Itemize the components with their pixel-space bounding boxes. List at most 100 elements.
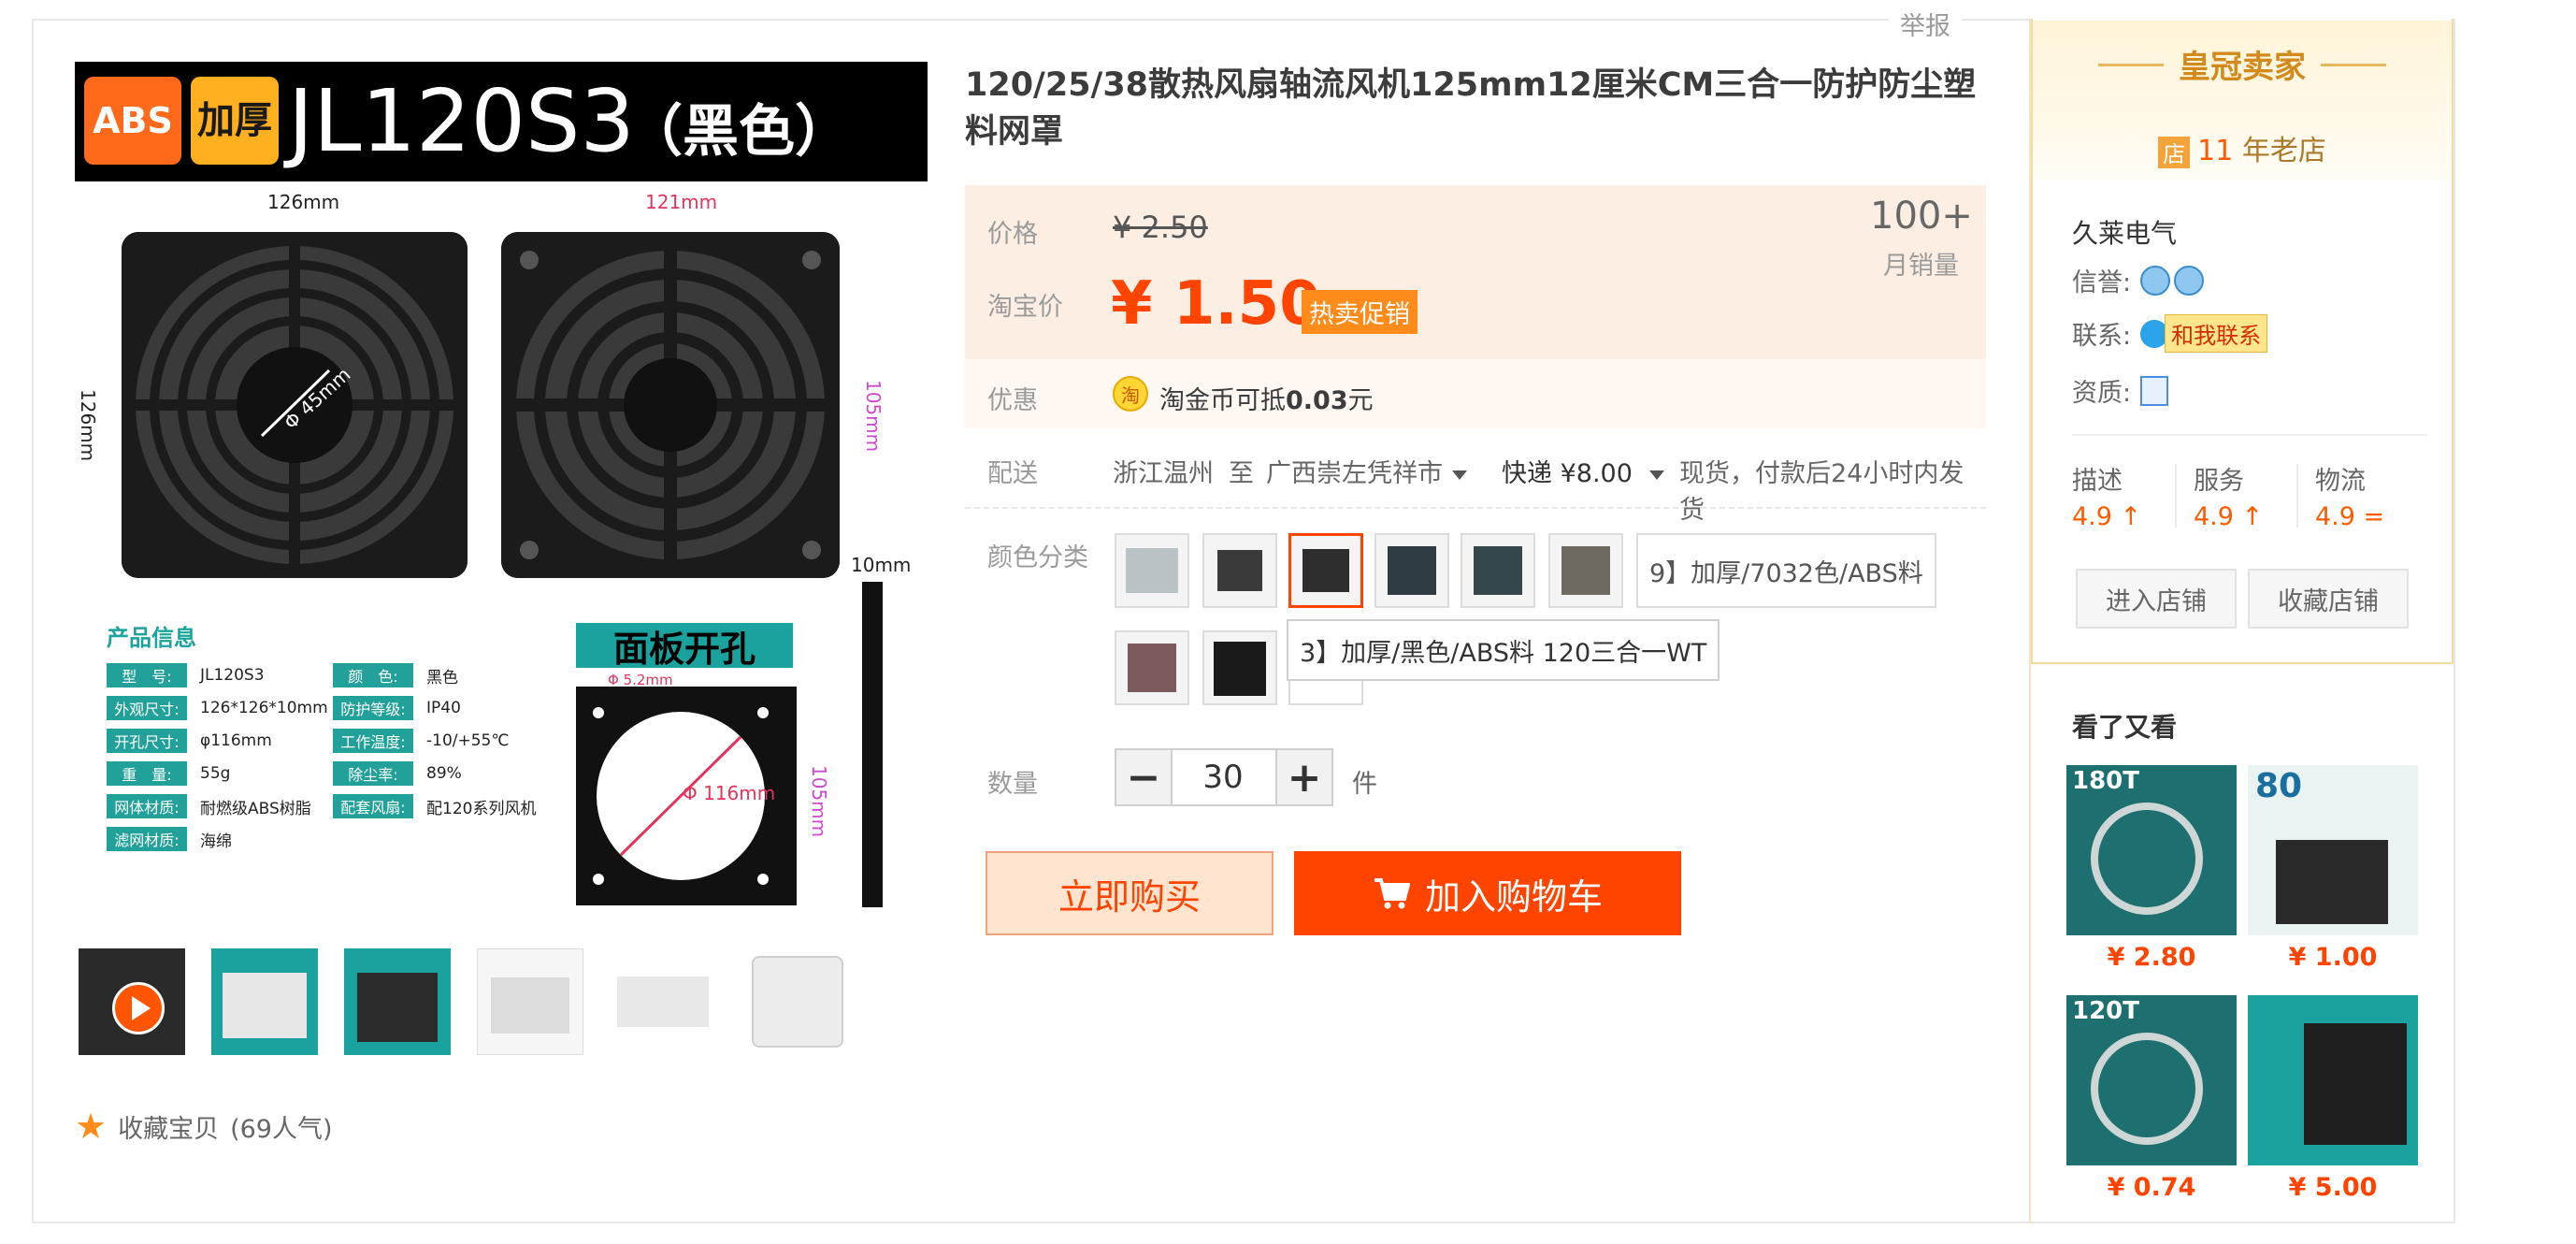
spec-row: 配套风扇: 配120系列风机: [333, 793, 536, 819]
recommend-item[interactable]: 180T ¥ 2.80: [2066, 765, 2237, 972]
sku-option-5[interactable]: [1461, 533, 1535, 608]
color-label: 颜色分类: [987, 543, 1088, 572]
sku-tooltip: 3】加厚/黑色/ABS料 120三合一WT: [1287, 619, 1720, 681]
license-icon[interactable]: [2140, 375, 2169, 406]
sku-option-1[interactable]: [1115, 533, 1189, 608]
sku-option-3-selected[interactable]: [1288, 533, 1363, 608]
promo-badge: 热卖促销: [1302, 290, 1418, 334]
sku-option-4[interactable]: [1374, 533, 1449, 608]
divider: [2296, 464, 2298, 528]
shop-age: 店 11 年老店: [2033, 127, 2452, 168]
recommend-title: 看了又看: [2072, 712, 2178, 743]
thick-badge: 加厚: [191, 77, 279, 165]
side-profile: [862, 582, 883, 907]
ship-to-select[interactable]: 广西崇左凭祥市: [1266, 453, 1467, 489]
main-product-image[interactable]: ABS 加厚 JL120S3 （黑色） 126mm 121mm 126mm 10…: [75, 62, 928, 911]
recommend-image: 180T: [2066, 765, 2237, 935]
grill-graphic: [501, 232, 840, 578]
cart-icon: [1374, 878, 1410, 909]
spec-row: 除尘率: 89%: [333, 760, 462, 787]
sku-option-text-9[interactable]: 9】加厚/7032色/ABS料: [1636, 533, 1936, 608]
spec-row: 型 号: JL120S3: [107, 662, 265, 688]
credit-row: 信誉:: [2072, 262, 2205, 298]
favorite-item[interactable]: ★ 收藏宝贝 (69人气): [75, 1106, 333, 1147]
spec-title: 产品信息: [107, 625, 196, 651]
dim-126-side: 126mm: [77, 389, 99, 462]
spec-row: 开孔尺寸: φ116mm: [107, 728, 272, 754]
shop-icon: 店: [2158, 136, 2191, 168]
quantity-label: 数量: [987, 770, 1038, 799]
report-link[interactable]: 举报: [1889, 6, 1962, 42]
add-to-cart-label: 加入购物车: [1424, 875, 1603, 918]
shop-age-years: 11: [2197, 135, 2234, 167]
ship-to-word: 至: [1229, 459, 1254, 488]
ship-note: 现货，付款后24小时内发货: [1679, 459, 1964, 525]
contact-row: 联系: 和我联系: [2072, 314, 2268, 353]
coupon-amount: 0.03: [1286, 386, 1348, 415]
spec-row: 颜 色: 黑色: [333, 662, 458, 688]
divider: [2175, 464, 2177, 528]
shipping-label: 配送: [987, 459, 1038, 488]
qualification-label: 资质:: [2072, 379, 2132, 408]
coupon-label: 优惠: [987, 386, 1038, 415]
favorite-count: (69人气): [230, 1114, 333, 1144]
add-to-cart-button[interactable]: 加入购物车: [1294, 851, 1681, 935]
star-icon: ★: [75, 1106, 108, 1147]
top-divider: [34, 19, 1885, 21]
thumb-video[interactable]: [79, 948, 185, 1055]
recommend-price: ¥ 0.74: [2107, 1173, 2196, 1202]
play-icon: [112, 982, 165, 1034]
dim-10: 10mm: [851, 554, 912, 576]
image-banner: ABS 加厚 JL120S3 （黑色）: [75, 62, 928, 181]
dim-126-top: 126mm: [267, 191, 340, 213]
tb-price-label: 淘宝价: [987, 293, 1063, 322]
recommend-item[interactable]: 80 ¥ 1.00: [2248, 765, 2418, 972]
shipping-row: 配送 浙江温州 至 广西崇左凭祥市 快递 ¥8.00 现货，付款后24小时内发货: [965, 441, 1986, 525]
dim-121-top: 121mm: [645, 191, 718, 213]
monthly-sales-label: 月销量: [1883, 252, 1959, 281]
sku-option-7[interactable]: [1115, 630, 1189, 705]
product-title: 120/25/38散热风扇轴流风机125mm12厘米CM三合一防护防尘塑料网罩: [965, 66, 1977, 151]
ship-fee-select[interactable]: 快递 ¥8.00: [1502, 453, 1664, 489]
spec-row: 工作温度: -10/+55℃: [333, 728, 509, 754]
enter-shop-button[interactable]: 进入店铺: [2076, 569, 2237, 629]
dim-5-2: Φ 5.2mm: [608, 672, 673, 688]
contact-me-button[interactable]: 和我联系: [2165, 314, 2268, 353]
credit-label: 信誉:: [2072, 268, 2132, 297]
diamond-icon: [2174, 265, 2205, 296]
price-label: 价格: [987, 220, 1038, 249]
spec-row: 防护等级: IP40: [333, 695, 461, 721]
sku-option-2[interactable]: [1202, 533, 1277, 608]
sku-option-8[interactable]: [1202, 630, 1277, 705]
buy-now-button[interactable]: 立即购买: [986, 851, 1274, 935]
quantity-decrease-button[interactable]: −: [1115, 748, 1173, 806]
thumb-3[interactable]: [344, 948, 451, 1055]
quantity-unit: 件: [1352, 770, 1377, 799]
price-panel: 价格 ¥ 2.50 淘宝价 ¥ 1.50 热卖促销 100+ 月销量: [965, 185, 1986, 359]
dim-116: Φ 116mm: [683, 782, 776, 804]
ship-from: 浙江温州: [1113, 459, 1214, 488]
recommend-item[interactable]: 120T ¥ 0.74: [2066, 995, 2237, 1202]
favorite-label: 收藏宝贝: [118, 1114, 220, 1144]
seller-name[interactable]: 久莱电气: [2072, 213, 2177, 251]
color-text: （黑色）: [626, 99, 851, 165]
rating-description: 描述 4.9 ↑: [2072, 467, 2142, 531]
recommend-item[interactable]: ¥ 5.00: [2248, 995, 2418, 1202]
thumb-4[interactable]: [477, 948, 583, 1055]
thumb-2[interactable]: [211, 948, 318, 1055]
thumb-6[interactable]: [744, 948, 851, 1055]
sku-option-6[interactable]: [1548, 533, 1623, 608]
coupon-text: 淘金币可抵0.03元: [1159, 386, 1374, 415]
abs-badge: ABS: [84, 77, 181, 165]
chevron-down-icon: [1452, 470, 1467, 480]
ship-fee: 快递 ¥8.00: [1502, 459, 1633, 488]
spec-row: 外观尺寸: 126*126*10mm: [107, 695, 328, 721]
spec-row: 网体材质: 耐燃级ABS树脂: [107, 793, 311, 819]
quantity-increase-button[interactable]: +: [1275, 748, 1333, 806]
favorite-shop-button[interactable]: 收藏店铺: [2248, 569, 2409, 629]
rating-service: 服务 4.9 ↑: [2194, 467, 2264, 531]
quantity-input[interactable]: 30: [1171, 748, 1275, 806]
coupon-panel: 优惠 淘 淘金币可抵0.03元: [965, 359, 1986, 428]
thumb-5[interactable]: [610, 948, 716, 1055]
panel-cutout-title: 面板开孔: [576, 623, 793, 670]
